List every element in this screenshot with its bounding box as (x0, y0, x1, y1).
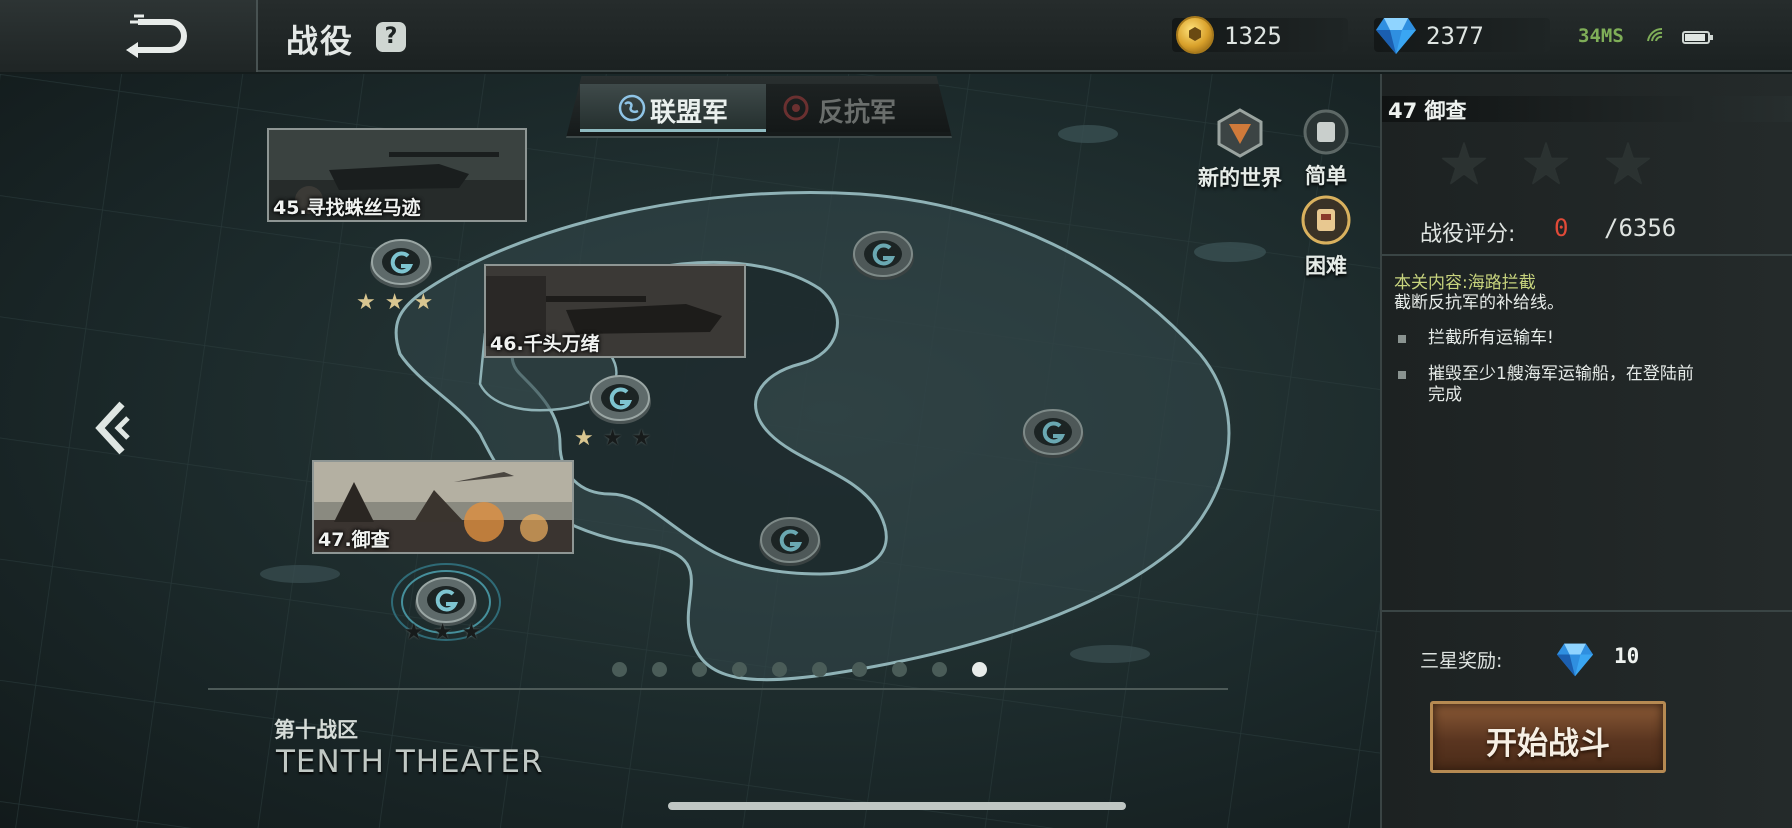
page-dot[interactable] (972, 662, 987, 677)
back-arrow-icon (126, 14, 187, 58)
star-empty-icon: ★ (461, 620, 491, 645)
tab-allied[interactable]: 联盟军 (580, 84, 766, 132)
hard-label: 困难 (1305, 254, 1347, 278)
divider (208, 688, 1228, 690)
gem-value: 2377 (1426, 22, 1484, 50)
stage-card-45[interactable]: 45.寻找蛛丝马迹 (267, 128, 527, 222)
bullet-icon (1398, 335, 1406, 343)
star-empty-icon: ★ (432, 620, 462, 645)
new-world-button[interactable]: 新的世界 (1190, 108, 1290, 192)
objective-item: 拦截所有运输车! (1394, 328, 1694, 352)
page-dot[interactable] (892, 662, 907, 677)
divider (1382, 610, 1792, 612)
faction-tabs: 联盟军 反抗军 (566, 76, 952, 138)
stage-title-bar: 47 御查 (1382, 96, 1792, 123)
theater-name-cn: 第十战区 (274, 718, 358, 742)
stage-47-stars: ★★★ (404, 620, 490, 645)
star-empty-icon: ★ (404, 620, 433, 645)
star-empty-icon: ★ (1520, 130, 1602, 198)
tab-rebel-label: 反抗军 (818, 98, 897, 128)
bullet-icon (1398, 371, 1406, 379)
difficulty-hard-button[interactable]: 困难 (1298, 194, 1354, 280)
objective-item: 摧毁至少1艘海军运输船，在登陆前完成 (1394, 364, 1694, 408)
new-world-label: 新的世界 (1198, 166, 1282, 190)
star-icon: ★ (574, 426, 603, 451)
score-value: 0 (1554, 214, 1569, 242)
ping-readout: 34MS (1578, 25, 1624, 47)
star-empty-icon: ★ (631, 426, 661, 451)
objective-description: 截断反抗军的补给线。 (1394, 293, 1564, 313)
new-world-emblem-icon (1217, 108, 1263, 158)
rebel-emblem-icon (783, 95, 809, 121)
page-dot[interactable] (812, 662, 827, 677)
reward-label: 三星奖励: (1420, 650, 1503, 672)
stage-node-45[interactable] (368, 234, 434, 292)
stage-node-locked[interactable] (850, 226, 916, 284)
start-battle-button[interactable]: 开始战斗 (1430, 701, 1666, 773)
tab-rebel[interactable]: 反抗军 (766, 84, 952, 132)
difficulty-easy-button[interactable]: 简单 (1298, 108, 1354, 190)
signal-icon (1647, 27, 1663, 42)
stage-45-name: 45.寻找蛛丝马迹 (273, 197, 421, 219)
stage-node-46[interactable] (587, 370, 653, 428)
objective-item-text: 摧毁至少1艘海军运输船，在登陆前完成 (1428, 364, 1694, 405)
diamond-icon (1556, 643, 1594, 677)
hard-difficulty-icon (1301, 195, 1351, 245)
start-battle-label: 开始战斗 (1486, 726, 1610, 762)
tab-allied-label: 联盟军 (650, 98, 729, 128)
page-dot[interactable] (852, 662, 867, 677)
stage-title: 47 御查 (1388, 99, 1467, 123)
top-bar: 战役 ? 1325 2377 34MS (0, 0, 1792, 72)
score-label: 战役评分: (1420, 222, 1516, 247)
stage-46-stars: ★★★ (574, 426, 660, 451)
score-max: /6356 (1604, 214, 1677, 242)
divider (1382, 254, 1792, 256)
stage-node-locked[interactable] (757, 512, 823, 570)
page-title: 战役 (286, 22, 355, 60)
previous-theater-arrow-icon[interactable] (92, 400, 140, 456)
page-dot[interactable] (612, 662, 627, 677)
star-icon: ★ (384, 290, 414, 315)
star-empty-icon: ★ (1438, 130, 1520, 198)
reward-value: 10 (1614, 644, 1640, 668)
gold-counter[interactable]: 1325 (1172, 16, 1348, 54)
page-dot[interactable] (772, 662, 787, 677)
rating-stars: ★★★ (1438, 130, 1684, 198)
stage-47-name: 47.御查 (318, 529, 390, 551)
stage-46-name: 46.千头万绪 (490, 333, 600, 355)
page-dot[interactable] (732, 662, 747, 677)
theater-pagination (612, 662, 987, 677)
page-dot[interactable] (692, 662, 707, 677)
globe-icon (618, 94, 646, 122)
stage-45-stars: ★★★ (356, 290, 442, 315)
star-empty-icon: ★ (1602, 130, 1684, 198)
objective-item-text: 拦截所有运输车! (1428, 328, 1554, 348)
page-dot[interactable] (652, 662, 667, 677)
stage-node-locked[interactable] (1020, 404, 1086, 462)
island-terrain (0, 74, 1380, 828)
easy-difficulty-icon (1303, 109, 1349, 155)
campaign-map: 联盟军 反抗军 新的世界 简单 困难 45.寻找蛛丝马迹 ★★★ 46.千头万绪… (0, 74, 1380, 828)
help-icon[interactable]: ? (376, 22, 406, 52)
stage-card-47[interactable]: 47.御查 (312, 460, 574, 554)
gold-value: 1325 (1224, 22, 1282, 50)
home-indicator[interactable] (668, 802, 1126, 810)
gem-counter[interactable]: 2377 (1374, 18, 1550, 54)
star-empty-icon: ★ (602, 426, 632, 451)
star-icon: ★ (356, 290, 385, 315)
theater-name-en: TENTH THEATER (276, 744, 544, 780)
star-icon: ★ (413, 290, 443, 315)
battery-icon (1682, 31, 1713, 44)
back-button[interactable] (0, 0, 258, 72)
stage-card-46[interactable]: 46.千头万绪 (484, 264, 746, 358)
page-dot[interactable] (932, 662, 947, 677)
easy-label: 简单 (1305, 164, 1347, 188)
gold-coin-icon (1176, 16, 1214, 54)
stage-detail-panel: 47 御查 ★★★ 战役评分: 0 /6356 本关内容:海路拦截 截断反抗军的… (1380, 74, 1792, 828)
diamond-icon (1376, 18, 1416, 54)
